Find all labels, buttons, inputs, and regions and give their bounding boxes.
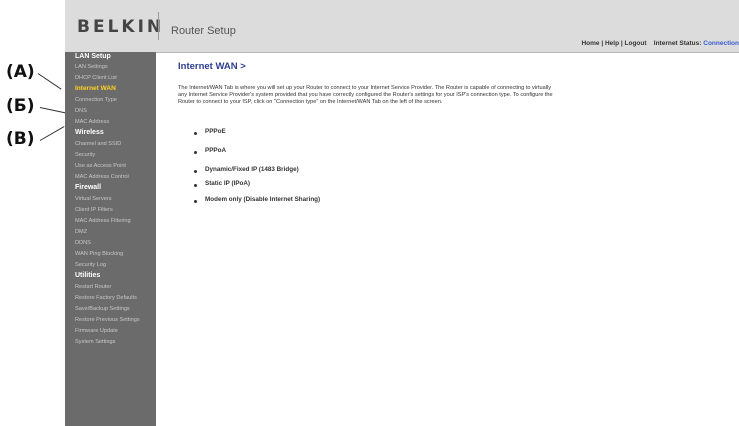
- sidebar-section-lan-setup[interactable]: LAN Setup: [75, 53, 111, 60]
- sidebar-item-access-point[interactable]: Use as Access Point: [75, 163, 126, 169]
- internet-status-value: Connection: [703, 40, 739, 47]
- sidebar-section-firewall[interactable]: Firewall: [75, 184, 101, 191]
- sidebar-section-utilities[interactable]: Utilities: [75, 272, 100, 279]
- belkin-logo: BELKIN: [77, 17, 165, 37]
- sidebar-item-connection-type[interactable]: Connection Type: [75, 97, 117, 103]
- logout-link[interactable]: Logout: [625, 40, 647, 47]
- link-separator: |: [601, 40, 604, 47]
- page-title: Internet WAN >: [178, 61, 246, 72]
- sidebar-item-lan-settings[interactable]: LAN Settings: [75, 64, 108, 70]
- sidebar-item-restart-router[interactable]: Restart Router: [75, 284, 111, 290]
- bullet-icon: [194, 184, 197, 187]
- callout-b-leader: [39, 107, 66, 114]
- sidebar-item-virtual-servers[interactable]: Virtual Servers: [75, 196, 112, 202]
- sidebar-item-dhcp-client-list[interactable]: DHCP Client List: [75, 75, 117, 81]
- main-content: Internet WAN > The Internet/WAN Tab is w…: [156, 53, 739, 426]
- sidebar-item-internet-wan[interactable]: Internet WAN: [75, 85, 116, 92]
- sidebar-item-system-settings[interactable]: System Settings: [75, 339, 115, 345]
- sidebar-item-security[interactable]: Security: [75, 152, 95, 158]
- header-divider: [158, 12, 159, 40]
- sidebar-item-firmware-update[interactable]: Firmware Update: [75, 328, 118, 334]
- callout-a-leader: [37, 73, 62, 90]
- option-modem-only: Modem only (Disable Internet Sharing): [205, 196, 321, 203]
- link-separator: |: [620, 40, 623, 47]
- option-pppoa: PPPoA: [205, 147, 226, 154]
- intro-text: The Internet/WAN Tab is where you will s…: [178, 85, 553, 105]
- internet-status-label: Internet Status:: [653, 40, 702, 47]
- option-pppoe: PPPoE: [205, 128, 226, 135]
- bullet-icon: [194, 151, 197, 154]
- home-link[interactable]: Home: [581, 40, 599, 47]
- sidebar-item-restore-previous-settings[interactable]: Restore Previous Settings: [75, 317, 140, 323]
- sidebar-nav: LAN Setup LAN Settings DHCP Client List …: [65, 52, 156, 426]
- sidebar-item-wan-ping-blocking[interactable]: WAN Ping Blocking: [75, 251, 123, 257]
- sidebar-item-mac-address-filtering[interactable]: MAC Address Filtering: [75, 218, 131, 224]
- option-static-ip: Static IP (IPoA): [205, 180, 251, 187]
- sidebar-section-wireless[interactable]: Wireless: [75, 129, 104, 136]
- sidebar-item-restore-factory-defaults[interactable]: Restore Factory Defaults: [75, 295, 137, 301]
- header-links: Home | Help | Logout Internet Status: Co…: [581, 40, 739, 47]
- bullet-icon: [194, 132, 197, 135]
- sidebar-item-security-log[interactable]: Security Log: [75, 262, 106, 268]
- sidebar-item-ddns[interactable]: DDNS: [75, 240, 91, 246]
- sidebar-item-mac-address-control[interactable]: MAC Address Control: [75, 174, 129, 180]
- header-title: Router Setup: [171, 25, 236, 37]
- callout-b: (Б): [6, 96, 35, 116]
- header-bar: BELKIN Router Setup Home | Help | Logout…: [65, 0, 739, 53]
- bullet-icon: [194, 170, 197, 173]
- sidebar-item-dns[interactable]: DNS: [75, 108, 87, 114]
- callout-v-leader: [39, 126, 65, 141]
- sidebar-item-client-ip-filters[interactable]: Client IP Filters: [75, 207, 113, 213]
- sidebar-item-mac-address[interactable]: MAC Address: [75, 119, 109, 125]
- callout-a: (A): [6, 62, 35, 82]
- help-link[interactable]: Help: [605, 40, 619, 47]
- sidebar-item-dmz[interactable]: DMZ: [75, 229, 87, 235]
- bullet-icon: [194, 200, 197, 203]
- sidebar-item-channel-ssid[interactable]: Channel and SSID: [75, 141, 121, 147]
- option-dynamic-fixed-ip: Dynamic/Fixed IP (1483 Bridge): [205, 166, 299, 173]
- callout-v: (В): [6, 129, 35, 149]
- sidebar-item-save-backup-settings[interactable]: Save/Backup Settings: [75, 306, 130, 312]
